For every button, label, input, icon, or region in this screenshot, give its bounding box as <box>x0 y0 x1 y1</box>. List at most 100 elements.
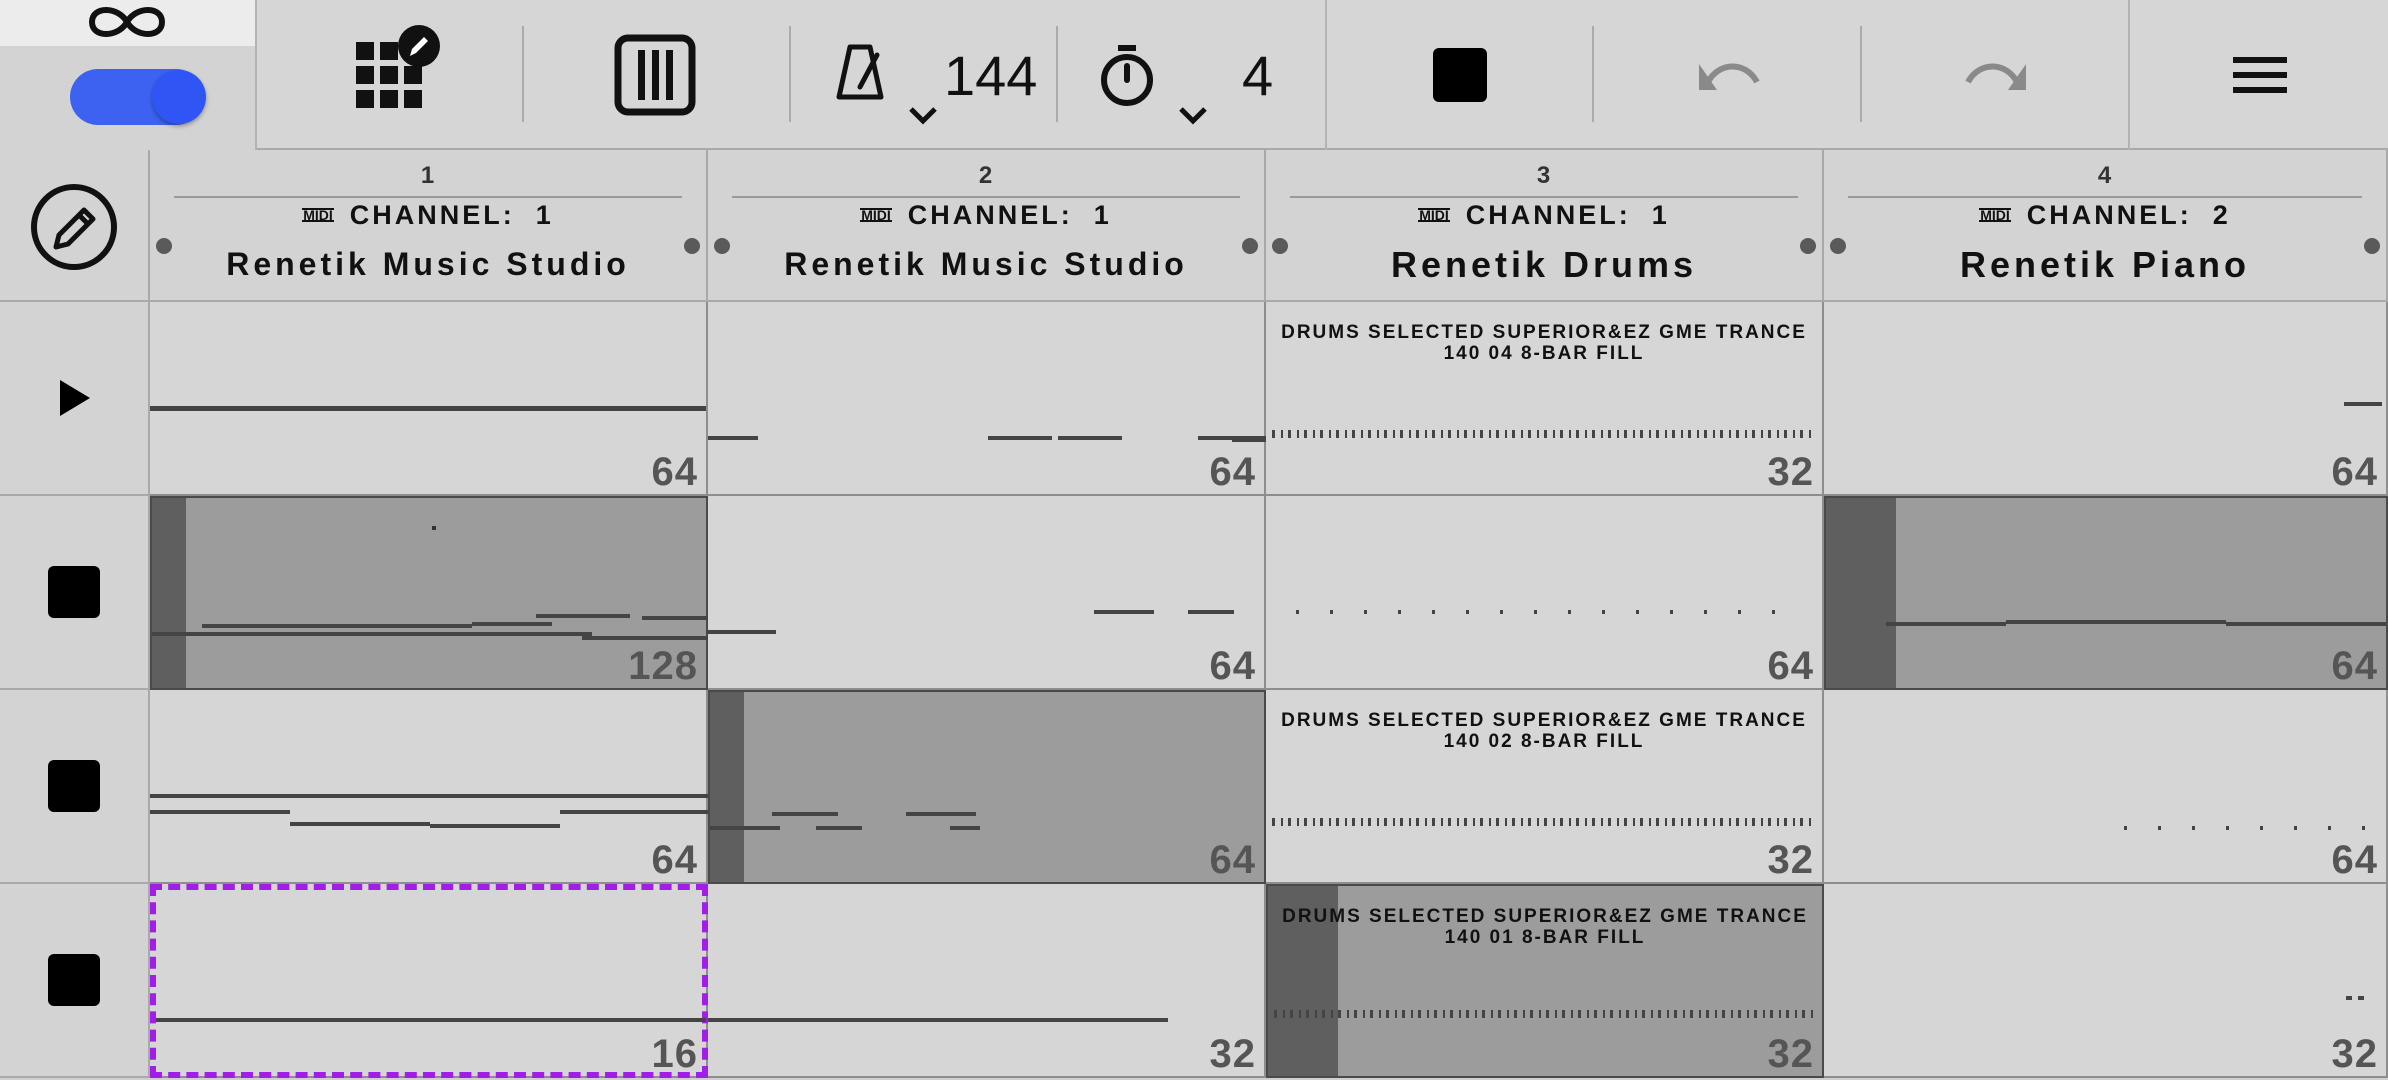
midi-note <box>156 1018 706 1022</box>
track-channel: MIDI CHANNEL: 1 <box>1266 200 1822 231</box>
tempo-value[interactable]: 144 <box>944 48 1037 104</box>
midi-note <box>642 616 710 620</box>
clip-slot-2-3[interactable]: 64 <box>1266 496 1824 690</box>
track-left-handle[interactable] <box>1830 238 1846 254</box>
midi-note <box>708 436 758 440</box>
note-marker <box>432 526 436 530</box>
tempo-dropdown-chevron-icon[interactable] <box>906 104 940 126</box>
clip-length: 64 <box>2331 644 2378 688</box>
playback-progress <box>152 498 186 688</box>
clip-length: 64 <box>651 450 698 494</box>
track-header-1[interactable]: 1 MIDI CHANNEL: 1 Renetik Music Studio <box>150 150 708 302</box>
clip-title-line: DRUMS SELECTED SUPERIOR&EZ GME TRANCE <box>1281 710 1807 731</box>
track-number: 2 <box>978 162 994 189</box>
track-divider-line <box>732 196 1240 198</box>
track-right-handle[interactable] <box>684 238 700 254</box>
midi-icon: MIDI <box>302 207 334 223</box>
toggle-knob <box>152 70 206 124</box>
midi-icon: MIDI <box>1979 207 2011 223</box>
clip-length: 32 <box>1767 1032 1814 1076</box>
midi-note <box>816 826 862 830</box>
metronome-icon <box>836 44 884 100</box>
scene-launch-4[interactable] <box>0 884 150 1078</box>
channel-label: CHANNEL: <box>2026 200 2192 230</box>
track-header-4[interactable]: 4 MIDI CHANNEL: 2 Renetik Piano <box>1824 150 2388 302</box>
track-right-handle[interactable] <box>2364 238 2380 254</box>
scene-launch-3[interactable] <box>0 690 150 884</box>
clip-slot-3-1[interactable]: 64 <box>150 690 708 884</box>
midi-note <box>772 812 838 816</box>
clip-slot-1-1[interactable]: 64 <box>150 302 708 496</box>
midi-note <box>2358 996 2364 1000</box>
track-header-2[interactable]: 2 MIDI CHANNEL: 1 Renetik Music Studio <box>708 150 1266 302</box>
count-in-dropdown-chevron-icon[interactable] <box>1176 104 1210 126</box>
clip-slot-1-3[interactable]: DRUMS SELECTED SUPERIOR&EZ GME TRANCE 140… <box>1266 302 1824 496</box>
track-right-handle[interactable] <box>1242 238 1258 254</box>
track-channel: MIDI CHANNEL: 1 <box>708 200 1264 231</box>
track-left-handle[interactable] <box>714 238 730 254</box>
menu-button[interactable] <box>2220 40 2300 110</box>
playback-progress <box>1826 498 1896 688</box>
piano-keys-icon <box>614 34 696 116</box>
clip-slot-3-3[interactable]: DRUMS SELECTED SUPERIOR&EZ GME TRANCE 140… <box>1266 690 1824 884</box>
clip-slot-4-3[interactable]: DRUMS SELECTED SUPERIOR&EZ GME TRANCE 140… <box>1266 884 1824 1078</box>
clip-slot-2-4[interactable]: 64 <box>1824 496 2388 690</box>
drum-hits <box>1272 818 1816 826</box>
grid-edit-icon <box>356 25 440 108</box>
clip-slot-1-2[interactable]: 64 <box>708 302 1266 496</box>
drum-hits <box>1296 610 1802 614</box>
clip-slot-2-1[interactable]: 128 <box>150 496 710 690</box>
clip-slot-4-4[interactable]: 32 <box>1824 884 2388 1078</box>
midi-note <box>2344 402 2382 406</box>
piano-roll-button[interactable] <box>600 30 710 120</box>
stop-icon <box>1433 48 1487 102</box>
undo-button[interactable] <box>1690 40 1770 110</box>
midi-note <box>152 632 592 636</box>
menu-icon <box>2233 57 2287 93</box>
clip-slot-1-4[interactable]: 64 <box>1824 302 2388 496</box>
midi-note <box>708 1018 1168 1022</box>
track-left-handle[interactable] <box>1272 238 1288 254</box>
midi-note <box>536 614 630 618</box>
midi-note <box>706 630 776 634</box>
clip-title: DRUMS SELECTED SUPERIOR&EZ GME TRANCE 140… <box>1266 710 1822 752</box>
clip-slot-4-1[interactable]: 16 <box>150 884 708 1078</box>
divider <box>255 0 257 150</box>
loop-toggle[interactable] <box>70 69 206 125</box>
clip-length: 32 <box>1767 450 1814 494</box>
pencil-edit-icon <box>31 184 117 270</box>
track-right-handle[interactable] <box>1800 238 1816 254</box>
redo-button[interactable] <box>1955 40 2035 110</box>
track-name: Renetik Piano <box>1959 244 2251 285</box>
scene-launch-2[interactable] <box>0 496 150 690</box>
clip-title: DRUMS SELECTED SUPERIOR&EZ GME TRANCE 140… <box>1268 906 1822 948</box>
track-channel: MIDI CHANNEL: 1 <box>150 200 706 231</box>
track-divider-line <box>174 196 682 198</box>
grid-edit-button[interactable] <box>340 20 450 120</box>
midi-note <box>1058 436 1122 440</box>
edit-mode-cell[interactable] <box>0 150 150 302</box>
infinity-loop-icon[interactable] <box>84 2 170 42</box>
stop-button[interactable] <box>1420 40 1500 110</box>
midi-note <box>202 624 472 628</box>
midi-note <box>2346 996 2352 1000</box>
scene-launch-1[interactable] <box>0 302 150 496</box>
clip-slot-4-2[interactable]: 32 <box>708 884 1266 1078</box>
metronome-button[interactable] <box>830 36 890 106</box>
track-header-3[interactable]: 3 MIDI CHANNEL: 1 Renetik Drums <box>1266 150 1824 302</box>
clip-slot-2-2[interactable]: 64 <box>706 496 1266 690</box>
midi-note <box>1094 610 1154 614</box>
count-in-value[interactable]: 4 <box>1242 48 1273 104</box>
clip-subtitle-line: 140 04 8-BAR FILL <box>1443 343 1645 364</box>
clip-slot-3-4[interactable]: 64 <box>1824 690 2388 884</box>
clip-slot-3-2[interactable]: 64 <box>708 690 1266 884</box>
clip-length: 16 <box>651 1032 698 1076</box>
count-in-button[interactable] <box>1092 40 1162 110</box>
clip-length: 64 <box>1209 450 1256 494</box>
track-left-handle[interactable] <box>156 238 172 254</box>
divider <box>1592 26 1594 122</box>
midi-note <box>472 622 552 626</box>
channel-label: CHANNEL: <box>1465 200 1631 230</box>
midi-note <box>2226 622 2386 626</box>
track-channel: MIDI CHANNEL: 2 <box>1824 200 2386 231</box>
